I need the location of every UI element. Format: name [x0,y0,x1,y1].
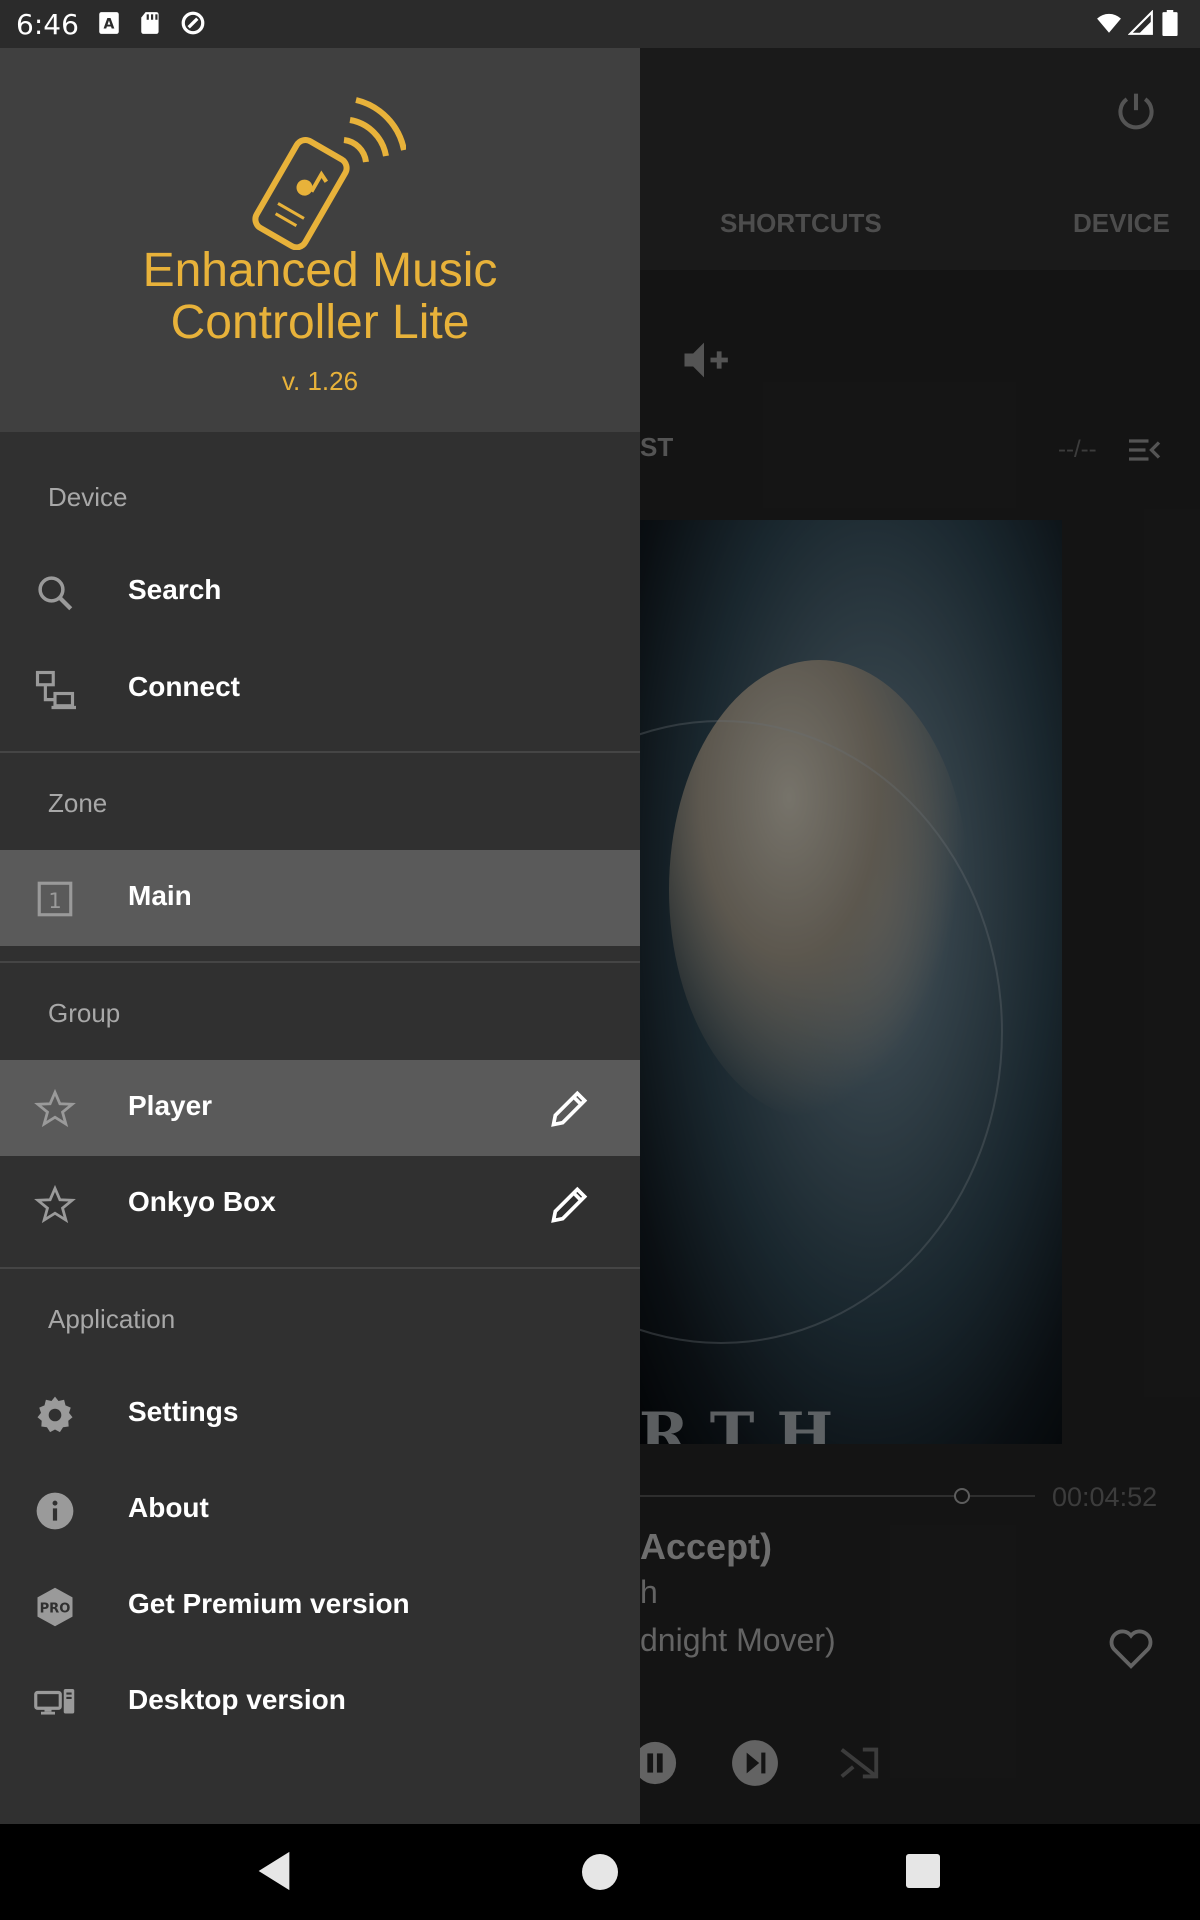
drawer-item-label: Search [128,574,222,605]
connect-icon [35,670,76,710]
star-icon[interactable] [34,1184,76,1226]
svg-text:A: A [104,16,115,32]
drawer-item-desktop-version[interactable]: Desktop version [0,1654,640,1750]
sd-card-icon [141,12,159,34]
navigation-drawer: Enhanced Music Controller Lite v. 1.26 D… [0,48,640,1824]
data-saver-icon [181,11,205,35]
drawer-item-label: Onkyo Box [128,1186,276,1217]
app-title-line1: Enhanced Music [142,244,498,297]
app-title-line2: Controller Lite [170,296,470,349]
drawer-item-group-player[interactable]: Player [0,1060,640,1156]
svg-text:1: 1 [48,889,61,913]
pro-icon: PRO [37,1587,73,1627]
svg-text:PRO: PRO [40,1601,71,1616]
drawer-item-main-zone[interactable]: 1 Main [0,850,640,946]
battery-icon [1162,10,1178,36]
info-icon [36,1492,74,1530]
drawer-item-connect[interactable]: Connect [0,641,640,737]
zone-1-icon: 1 [37,881,73,917]
drawer-item-about[interactable]: About [0,1462,640,1558]
home-icon[interactable] [582,1854,618,1890]
drawer-item-settings[interactable]: Settings [0,1366,640,1462]
search-icon [38,576,73,611]
drawer-item-label: Connect [128,671,240,702]
section-zone-title: Zone [48,788,108,818]
divider [0,1267,640,1269]
app-version: v. 1.26 [281,366,359,396]
section-application-title: Application [48,1304,176,1334]
drawer-item-label: Player [128,1090,213,1121]
desktop-icon [34,1689,75,1715]
wifi-icon [1097,13,1121,33]
divider [0,751,640,753]
edit-pencil-icon[interactable] [548,1182,592,1226]
drawer-item-search[interactable]: Search [0,544,640,640]
drawer-item-label: Get Premium version [128,1588,410,1619]
gear-icon [37,1396,73,1433]
drawer-item-label: About [128,1492,209,1523]
edit-pencil-icon[interactable] [548,1086,592,1130]
app-logo-remote-icon [252,97,406,250]
recents-icon[interactable] [906,1854,940,1888]
back-icon[interactable] [254,1848,294,1894]
drawer-header: Enhanced Music Controller Lite v. 1.26 [0,48,640,432]
section-device-title: Device [48,482,128,512]
drawer-item-label: Settings [128,1396,239,1427]
star-icon[interactable] [34,1088,76,1130]
drawer-item-label: Desktop version [128,1684,346,1715]
system-navigation-bar [0,1824,1200,1920]
status-bar: 6:46 A [0,0,1200,48]
keyboard-notification-icon: A [99,12,119,34]
drawer-item-get-premium[interactable]: PRO Get Premium version [0,1558,640,1654]
drawer-item-label: Main [128,880,192,911]
section-group-title: Group [48,998,121,1028]
divider [0,961,640,963]
drawer-item-group-onkyo-box[interactable]: Onkyo Box [0,1156,640,1252]
signal-icon [1128,10,1153,35]
status-time: 6:46 [16,8,79,41]
